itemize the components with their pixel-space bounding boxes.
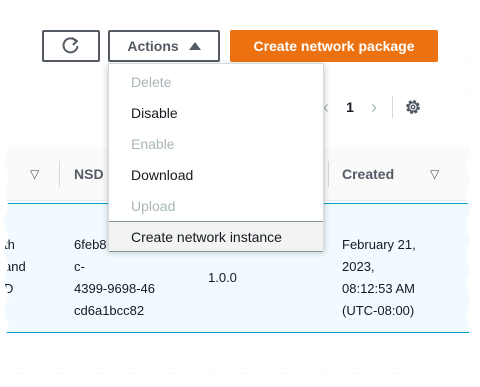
actions-button-label: Actions — [127, 38, 179, 54]
create-button-label: Create network package — [253, 38, 415, 54]
name-cell: th and D — [4, 234, 26, 300]
sort-icon[interactable]: ▽ — [30, 147, 39, 201]
refresh-button[interactable] — [42, 30, 100, 62]
column-header-created[interactable]: Created — [342, 147, 394, 201]
actions-dropdown-menu: Delete Disable Enable Download Upload Cr… — [108, 63, 324, 252]
menu-item-delete: Delete — [131, 73, 172, 90]
caret-up-icon — [188, 42, 201, 50]
nsd-id-line: 4399-9698-46 — [74, 281, 155, 296]
chevron-right-icon[interactable]: › — [364, 97, 384, 118]
created-line: February 21, — [342, 237, 416, 252]
created-cell: February 21, 2023, 08:12:53 AM (UTC-08:0… — [342, 234, 416, 322]
column-divider — [328, 161, 329, 187]
pagination: ‹ 1 › — [316, 92, 423, 122]
sort-down-icon[interactable]: ▽ — [430, 147, 439, 201]
created-line: 2023, — [342, 259, 375, 274]
nsd-id-line: cd6a1bcc82 — [74, 303, 145, 318]
menu-item-enable: Enable — [131, 135, 175, 152]
created-line: (UTC-08:00) — [342, 303, 415, 318]
refresh-icon — [62, 37, 79, 54]
created-line: 08:12:53 AM — [342, 281, 415, 296]
actions-button[interactable]: Actions — [108, 30, 220, 62]
page-number[interactable]: 1 — [336, 99, 364, 115]
menu-item-create-network-instance[interactable]: Create network instance — [109, 221, 323, 252]
screenshot-frame: Actions Create network package ‹ 1 › ▽ N… — [4, 2, 470, 374]
nsd-id-line: c- — [74, 259, 85, 274]
menu-item-download[interactable]: Download — [109, 159, 323, 190]
name-line: D — [4, 281, 14, 296]
column-divider — [59, 161, 60, 187]
menu-item-disable[interactable]: Disable — [109, 97, 323, 128]
version-cell: 1.0.0 — [208, 270, 237, 285]
name-line: and — [4, 259, 26, 274]
pager-divider — [392, 96, 393, 118]
name-line: th — [4, 237, 15, 252]
create-network-package-button[interactable]: Create network package — [230, 30, 438, 62]
menu-item-upload: Upload — [131, 197, 176, 214]
gear-icon[interactable] — [403, 97, 423, 117]
column-header-nsd[interactable]: NSD — [74, 147, 104, 201]
